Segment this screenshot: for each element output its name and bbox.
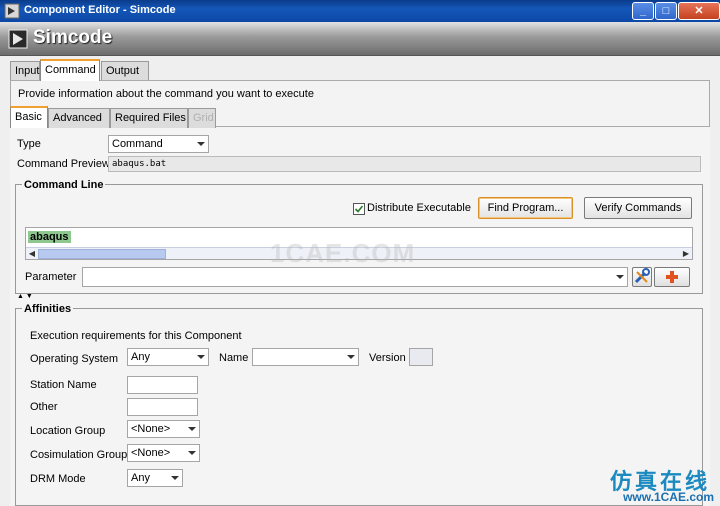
parameter-select[interactable] (82, 267, 628, 287)
cosimulation-group-label: Cosimulation Group (30, 449, 128, 461)
edit-parameter-button[interactable] (632, 267, 652, 287)
brand-url: www.1CAE.com (623, 490, 714, 504)
banner-title: Simcode (33, 27, 113, 48)
tab-basic[interactable]: Basic (10, 106, 48, 128)
wrench-icon (634, 268, 650, 284)
scroll-right-icon[interactable]: ▶ (681, 249, 691, 259)
add-parameter-button[interactable] (654, 267, 690, 287)
type-label: Type (17, 138, 41, 150)
app-icon (4, 3, 20, 19)
drm-mode-label: DRM Mode (30, 473, 86, 485)
splitter-arrows-icon[interactable]: ▲ ▼ (17, 293, 33, 300)
verify-commands-button[interactable]: Verify Commands (584, 197, 692, 219)
command-text: abaqus (28, 231, 71, 243)
station-name-input[interactable] (127, 376, 198, 394)
main-tab-bar: Input Command Output (10, 59, 310, 81)
preview-label: Command Preview (17, 158, 110, 170)
os-select[interactable]: Any (127, 348, 209, 366)
chevron-down-icon (347, 355, 355, 359)
command-line-title: Command Line (22, 179, 106, 191)
name-select[interactable] (252, 348, 359, 366)
location-group-value: <None> (131, 423, 171, 435)
drm-mode-select[interactable]: Any (127, 469, 183, 487)
sub-tab-bar: Basic Advanced Required Files Grid (10, 106, 310, 128)
minimize-button[interactable]: _ (632, 2, 654, 20)
tab-input[interactable]: Input (10, 61, 40, 81)
cosimulation-group-value: <None> (131, 447, 171, 459)
chevron-down-icon (616, 275, 624, 279)
version-label: Version (369, 352, 406, 364)
close-button[interactable]: ✕ (678, 2, 720, 20)
chevron-down-icon (171, 476, 179, 480)
component-banner: Simcode (0, 22, 720, 56)
tab-output[interactable]: Output (101, 61, 149, 81)
chevron-down-icon (197, 355, 205, 359)
drm-mode-value: Any (131, 472, 150, 484)
version-field[interactable] (409, 348, 433, 366)
maximize-button[interactable]: □ (655, 2, 677, 20)
command-description: Provide information about the command yo… (18, 88, 314, 100)
command-preview-field: abaqus.bat (108, 156, 701, 172)
scroll-left-icon[interactable]: ◀ (27, 249, 37, 259)
location-group-label: Location Group (30, 425, 106, 437)
simcode-icon (8, 29, 28, 49)
affinities-title: Affinities (22, 303, 74, 315)
tab-command[interactable]: Command (40, 59, 100, 81)
watermark: 1CAE.COM (270, 238, 416, 268)
affinities-heading: Execution requirements for this Componen… (30, 330, 242, 342)
chevron-down-icon (188, 451, 196, 455)
tab-grid: Grid (188, 108, 216, 128)
distribute-executable-label: Distribute Executable (367, 202, 471, 214)
chevron-down-icon (188, 427, 196, 431)
name-label: Name (219, 352, 249, 364)
chevron-down-icon (197, 142, 205, 146)
other-label: Other (30, 401, 58, 413)
type-select[interactable]: Command (108, 135, 209, 153)
check-icon (354, 205, 364, 213)
type-value: Command (112, 138, 163, 150)
window-title: Component Editor - Simcode (24, 4, 176, 16)
find-program-button[interactable]: Find Program... (478, 197, 573, 219)
plus-icon (666, 271, 678, 283)
location-group-select[interactable]: <None> (127, 420, 200, 438)
station-name-label: Station Name (30, 379, 97, 391)
cosimulation-group-select[interactable]: <None> (127, 444, 200, 462)
os-label: Operating System (30, 353, 119, 365)
brand-logo: 仿真在线 www.1CAE.com (600, 462, 720, 506)
tab-advanced[interactable]: Advanced (48, 108, 110, 128)
other-input[interactable] (127, 398, 198, 416)
tab-required-files[interactable]: Required Files (110, 108, 188, 128)
title-bar: Component Editor - Simcode _ □ ✕ (0, 0, 720, 22)
scroll-thumb[interactable] (38, 249, 166, 259)
distribute-executable-checkbox[interactable] (353, 203, 365, 215)
os-value: Any (131, 351, 150, 363)
parameter-label: Parameter (25, 271, 77, 283)
